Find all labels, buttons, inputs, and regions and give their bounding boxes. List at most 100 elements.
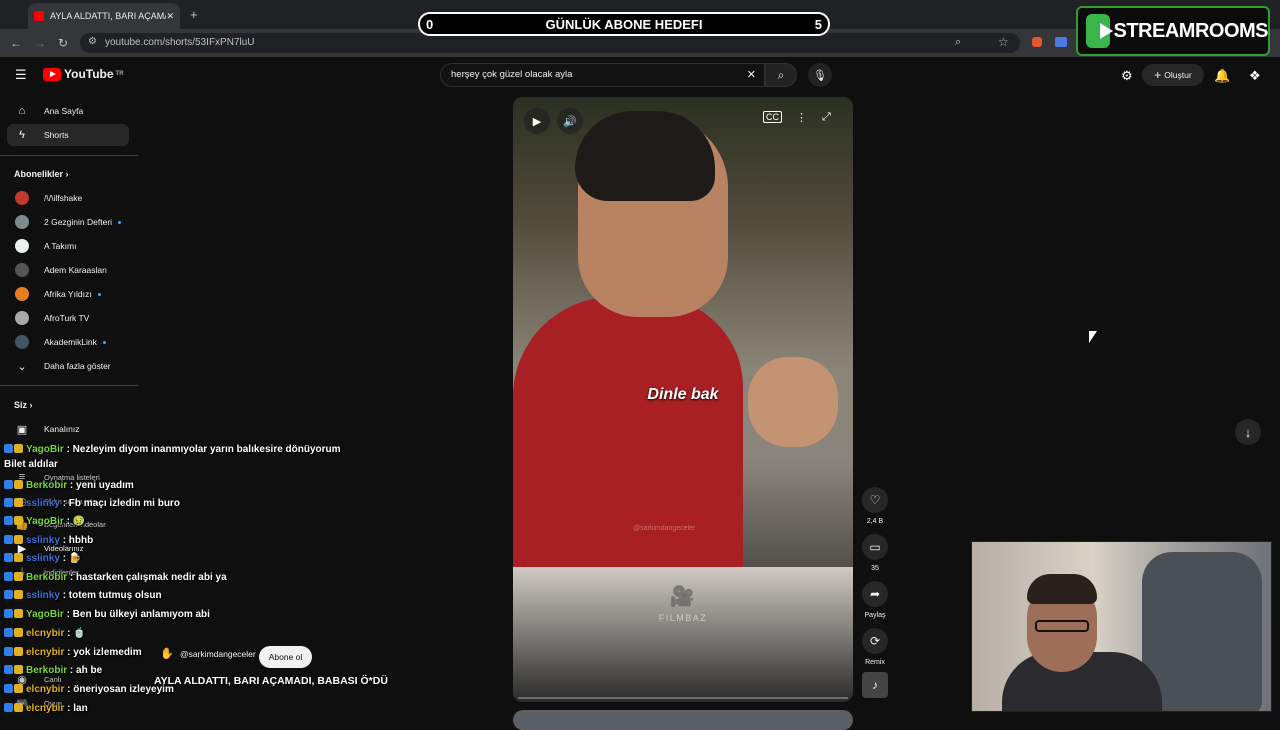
zoom-icon[interactable]: ⌕ bbox=[955, 36, 961, 49]
chat-text: : 🍺 bbox=[59, 553, 82, 564]
subscriber-goal-bar: 0 GÜNLÜK ABONE HEDEFI 5 bbox=[418, 12, 830, 36]
home-icon: ⌂ bbox=[18, 105, 26, 117]
sidebar-item-shorts[interactable]: ϟ Shorts bbox=[7, 124, 129, 146]
back-icon[interactable]: ← bbox=[10, 36, 22, 50]
sidebar-item-label: Ana Sayfa bbox=[44, 106, 84, 116]
camera-icon: 🎥 bbox=[669, 586, 697, 608]
chat-badge-icon bbox=[14, 480, 23, 489]
chat-badge-icon bbox=[14, 647, 23, 656]
remix-button[interactable]: ⟳ Remix bbox=[860, 628, 890, 666]
share-label: Paylaş bbox=[864, 612, 886, 619]
next-short-preview[interactable] bbox=[513, 710, 853, 730]
play-button[interactable]: ▶ bbox=[524, 108, 550, 134]
extension-icon[interactable] bbox=[1032, 37, 1042, 47]
captions-icon[interactable]: CC bbox=[763, 111, 782, 123]
goal-target: 5 bbox=[814, 16, 822, 32]
fullscreen-icon[interactable]: ⤢ bbox=[822, 111, 831, 124]
sidebar-item-subscription[interactable]: Afrika Yıldızı bbox=[7, 283, 129, 305]
chat-message: YagoBir : Ben bu ülkeyi anlamıyom abi bbox=[4, 609, 210, 620]
video-progress-bar[interactable] bbox=[518, 697, 848, 699]
chat-message: YagoBir : Nezleyim diyom inanmıyolar yar… bbox=[4, 444, 341, 455]
chat-text: : 🤢 bbox=[63, 516, 86, 527]
chat-badge-icon bbox=[14, 444, 23, 453]
sound-button[interactable]: ♪ bbox=[860, 672, 890, 703]
account-avatar-icon[interactable]: ❖ bbox=[1249, 68, 1261, 84]
show-more-button[interactable]: ⌄ Daha fazla göster bbox=[7, 355, 129, 377]
sidebar-item-label: Afrika Yıldızı bbox=[44, 289, 92, 299]
new-content-dot bbox=[102, 340, 106, 344]
channel-avatar bbox=[15, 311, 29, 325]
chat-message: sslinky : hbhb bbox=[4, 535, 93, 546]
share-button[interactable]: ➦ Paylaş bbox=[860, 581, 890, 619]
bookmark-star-icon[interactable]: ☆ bbox=[998, 35, 1009, 49]
translate-extension-icon[interactable] bbox=[1055, 37, 1067, 47]
chat-badge-icon bbox=[4, 553, 13, 562]
chat-badge-icon bbox=[14, 628, 23, 637]
reload-icon[interactable]: ↻ bbox=[58, 36, 68, 50]
sidebar-item-your-channel[interactable]: ▣ Kanalınız bbox=[7, 418, 129, 440]
chat-username: Berkobir bbox=[26, 480, 68, 491]
channel-avatar bbox=[15, 191, 29, 205]
chat-text: : Nezleyim diyom inanmıyolar yarın balık… bbox=[63, 444, 341, 455]
search-button[interactable]: ⌕ bbox=[765, 63, 797, 87]
you-heading[interactable]: Siz › bbox=[14, 400, 33, 410]
chat-badge-icon bbox=[4, 684, 13, 693]
arrow-down-icon: ↓ bbox=[1244, 424, 1252, 440]
notifications-bell-icon[interactable]: 🔔 bbox=[1214, 68, 1230, 84]
chat-text: : ah be bbox=[67, 665, 103, 676]
chat-message: Bilet aldılar bbox=[4, 459, 58, 470]
browser-tab[interactable]: AYLA ALDATTI, BARI AÇAMADI, ✕ bbox=[28, 3, 180, 29]
chat-username: Berkobir bbox=[26, 665, 68, 676]
search-input[interactable]: herşey çok güzel olacak ayla ✕ bbox=[440, 63, 765, 87]
sidebar-item-home[interactable]: ⌂ Ana Sayfa bbox=[7, 100, 129, 122]
sidebar-item-label: 2 Gezginin Defteri bbox=[44, 217, 113, 227]
url-field[interactable]: ⚙ youtube.com/shorts/53IFxPN7luU bbox=[80, 33, 1020, 53]
volume-button[interactable]: 🔊 bbox=[557, 108, 583, 134]
webcam-overlay bbox=[971, 541, 1272, 712]
video-frame-figure bbox=[575, 111, 715, 201]
clear-search-icon[interactable]: ✕ bbox=[747, 68, 756, 81]
heart-icon: ♡ bbox=[862, 487, 888, 513]
hamburger-menu-icon[interactable]: ☰ bbox=[15, 67, 27, 83]
youtube-favicon-icon bbox=[34, 11, 44, 21]
more-options-icon[interactable]: ⋮ bbox=[796, 111, 807, 124]
channel-avatar bbox=[15, 239, 29, 253]
close-tab-icon[interactable]: ✕ bbox=[166, 11, 174, 22]
create-button[interactable]: + Oluştur bbox=[1142, 64, 1204, 86]
filmbaz-watermark: 🎥 FILMBAZ bbox=[513, 584, 853, 623]
sidebar-item-subscription[interactable]: /\/\ilfshake bbox=[7, 187, 129, 209]
site-info-icon[interactable]: ⚙ bbox=[88, 36, 97, 47]
chat-text: : hastarken çalışmak nedir abi ya bbox=[67, 572, 227, 583]
sidebar-item-subscription[interactable]: A Takımı bbox=[7, 235, 129, 257]
cast-icon[interactable]: ⚙ bbox=[1121, 68, 1133, 84]
like-button[interactable]: ♡ 2,4 B bbox=[860, 487, 890, 525]
chat-badge-icon bbox=[14, 590, 23, 599]
voice-search-button[interactable]: 🎙 bbox=[808, 63, 832, 87]
chat-username: YagoBir bbox=[26, 609, 64, 620]
next-short-button[interactable]: ↓ bbox=[1235, 419, 1261, 445]
remix-icon: ⟳ bbox=[862, 628, 888, 654]
chat-text: : yeni uyadım bbox=[67, 480, 134, 491]
sidebar-item-subscription[interactable]: AkademikLink bbox=[7, 331, 129, 353]
chat-username: sslinky bbox=[26, 590, 60, 601]
chat-badge-icon bbox=[14, 703, 23, 712]
chat-badge-icon bbox=[4, 498, 13, 507]
plus-icon: + bbox=[1154, 68, 1162, 82]
share-icon: ➦ bbox=[862, 581, 888, 607]
short-video-player[interactable]: ▶ 🔊 CC ⋮ ⤢ Dinle bak @sarkimdangeceler 🎥… bbox=[513, 97, 853, 702]
goal-label: GÜNLÜK ABONE HEDEFI bbox=[545, 16, 703, 32]
youtube-logo[interactable]: YouTube TR bbox=[43, 67, 124, 81]
subscriptions-heading[interactable]: Abonelikler › bbox=[14, 169, 69, 179]
sidebar-item-subscription[interactable]: Adem Karaaslan bbox=[7, 259, 129, 281]
sidebar-item-subscription[interactable]: 2 Gezginin Defteri bbox=[7, 211, 129, 233]
new-tab-button[interactable]: + bbox=[190, 7, 198, 22]
divider bbox=[0, 155, 138, 156]
comment-count: 35 bbox=[871, 565, 879, 572]
sidebar-item-label: AfroTurk TV bbox=[44, 313, 90, 323]
sidebar-item-subscription[interactable]: AfroTurk TV bbox=[7, 307, 129, 329]
channel-avatar bbox=[15, 263, 29, 277]
forward-icon[interactable]: → bbox=[34, 36, 46, 50]
create-label: Oluştur bbox=[1164, 70, 1192, 80]
comments-button[interactable]: ▭ 35 bbox=[860, 534, 890, 572]
new-content-dot bbox=[118, 220, 122, 224]
